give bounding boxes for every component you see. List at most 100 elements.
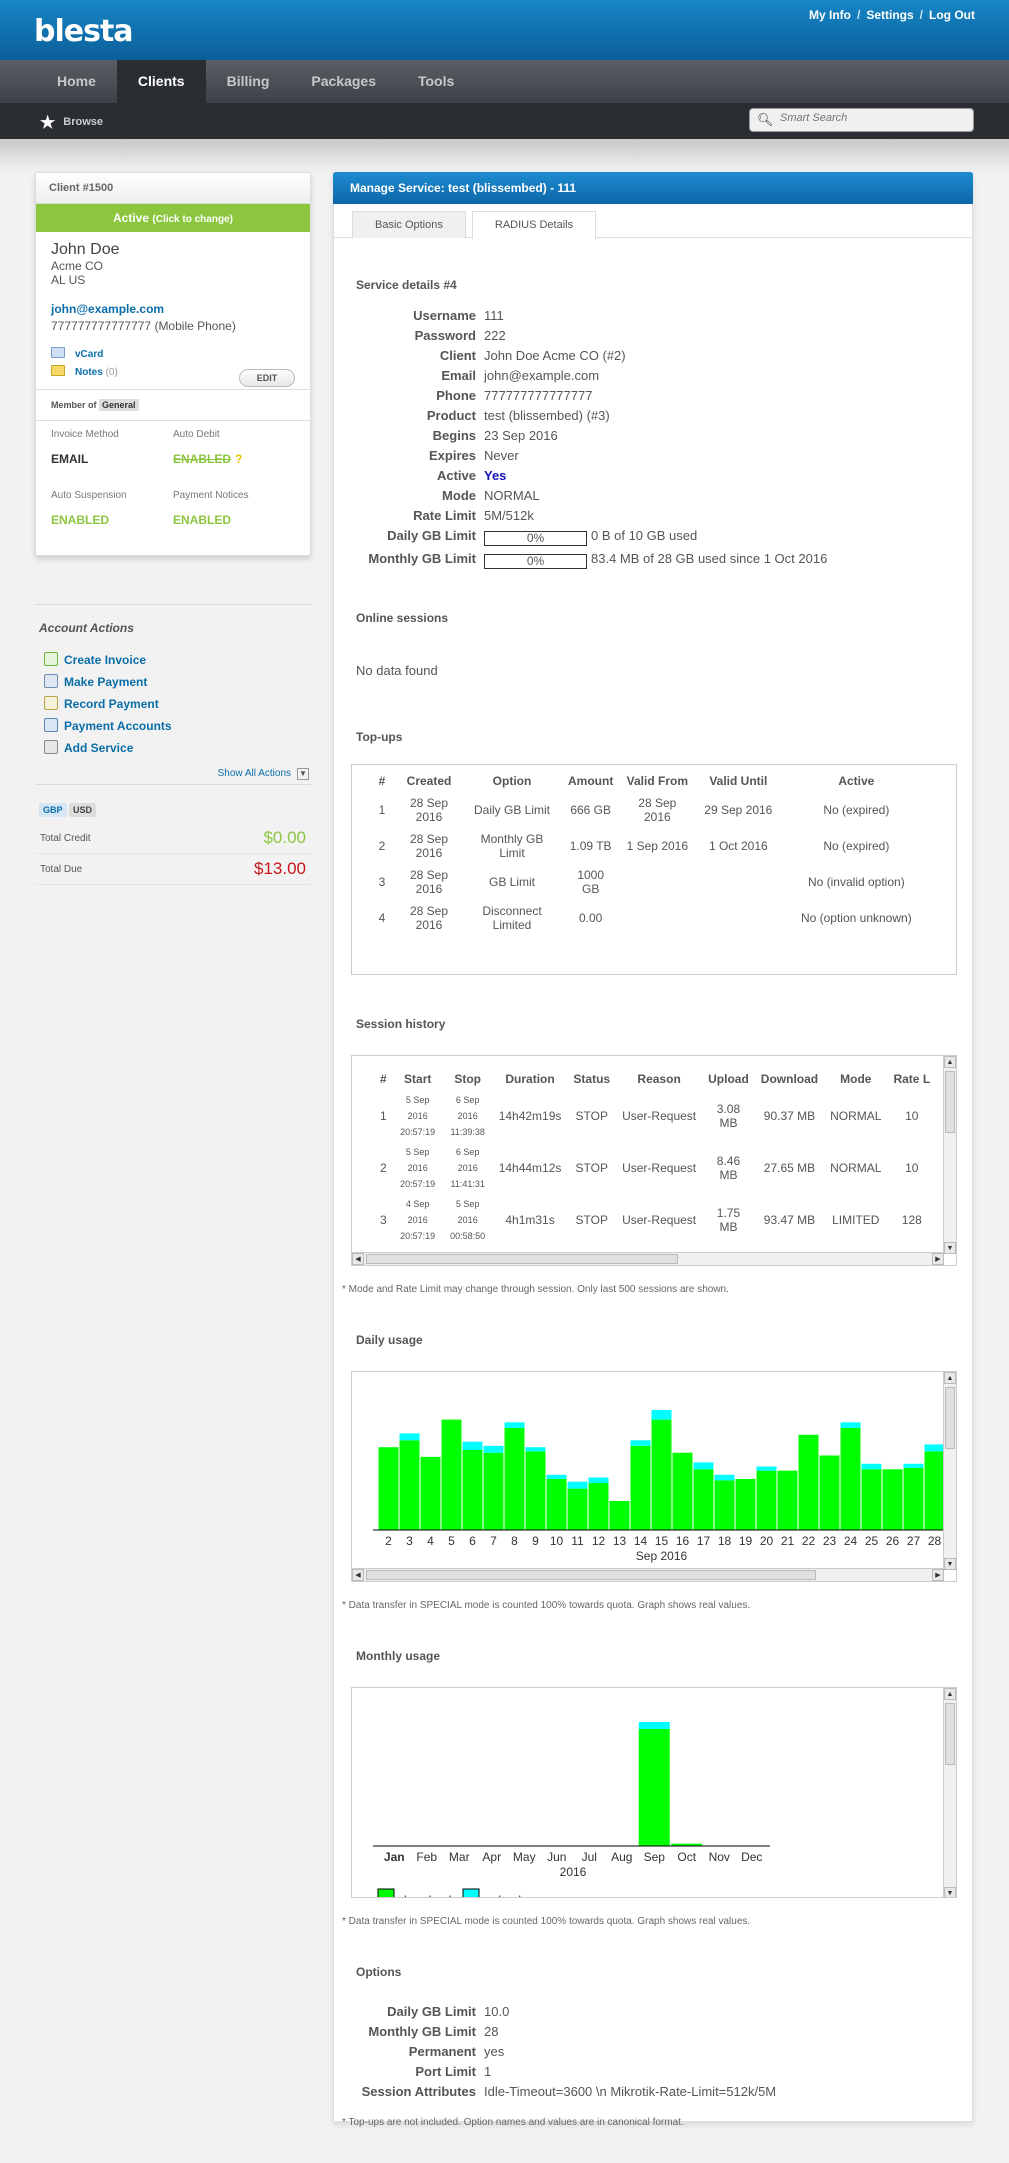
nav-billing[interactable]: Billing [206,60,291,103]
tick-label: May [513,1850,536,1864]
history-cell: 5 Sep 2016 20:57:19 [400,1095,436,1137]
nav-packages[interactable]: Packages [290,60,397,103]
tick-label: 15 [655,1534,669,1548]
bar-download [546,1478,567,1530]
scroll-left-icon[interactable]: ◀ [352,1253,364,1265]
tick-label: 9 [532,1534,539,1548]
tab-radius-details[interactable]: RADIUS Details [471,211,597,239]
topups-cell: Monthly GB Limit [480,832,544,860]
tab-basic-options[interactable]: Basic Options [352,211,466,238]
client-phone: 777777777777777 (Mobile Phone) [51,319,236,333]
scroll-right-icon[interactable]: ▶ [932,1253,944,1265]
currency-gbp[interactable]: GBP [39,803,67,817]
bar-download [882,1469,903,1530]
vcard-link[interactable]: vCard [75,349,103,360]
make-payment-link[interactable]: Make Payment [64,675,147,689]
nav-home[interactable]: Home [36,60,117,103]
tick-label: Nov [709,1850,730,1864]
history-header: Reason [637,1072,681,1086]
tick-label: 26 [886,1534,900,1548]
history-cell: 3.08 MB [716,1102,741,1130]
tick-label: 19 [739,1534,753,1548]
chevron-down-icon[interactable]: ▼ [297,768,309,780]
options-note: * Top-ups are not included. Option names… [342,2117,684,2128]
bar-download [651,1419,672,1530]
bar-download [630,1445,651,1530]
scroll-up-icon[interactable]: ▲ [944,1056,956,1068]
smart-search[interactable]: 🔍︎ [749,108,974,132]
daily-usage-box: 2 3 4 5 6 7 8 9 10 11 12 13 14 15 16 17 18 19 20 21 22 23 24 25… [351,1371,957,1582]
monthly-vscroll[interactable]: ▲ ▼ [943,1688,956,1897]
tick-label: 11 [571,1534,584,1548]
topups-header: # [378,774,386,788]
payment-accounts-icon [44,718,58,732]
history-vscroll[interactable]: ▲ ▼ [943,1056,956,1254]
bar-download [483,1452,504,1530]
history-cell: STOP [575,1161,608,1175]
record-payment-link[interactable]: Record Payment [64,697,159,711]
notes-link[interactable]: Notes [75,367,103,378]
blesta-logo[interactable]: blesta [34,14,134,49]
log-out-link[interactable]: Log Out [929,8,975,22]
daily-limit-text: 0 B of 10 GB used [591,528,698,543]
topups-table: # Created Option Amount Valid From Valid Unti… [368,770,931,936]
daily-note: * Data transfer in SPECIAL mode is count… [342,1600,751,1611]
tick-label: 2 [385,1534,392,1548]
search-icon[interactable]: 🔍︎ [757,112,774,128]
client-email[interactable]: john@example.com [51,302,295,316]
settings-link[interactable]: Settings [866,8,913,22]
history-header: # [380,1072,387,1086]
scroll-down-icon[interactable]: ▼ [944,1242,956,1254]
tick-label: 7 [490,1534,497,1548]
bar-upload [504,1422,525,1428]
legend-upload-swatch [462,1888,480,1897]
browse-label: Browse [63,116,103,128]
tick-label: 4 [427,1534,434,1548]
my-info-link[interactable]: My Info [809,8,851,22]
help-icon[interactable]: ? [235,452,242,466]
daily-hscroll[interactable]: ◀ ▶ [352,1568,944,1581]
history-cell: STOP [575,1109,608,1123]
history-header: Status [573,1072,611,1086]
history-cell: STOP [575,1213,608,1227]
create-invoice-link[interactable]: Create Invoice [64,653,146,667]
history-hscroll[interactable]: ◀ ▶ [352,1252,944,1265]
nav-clients[interactable]: Clients [116,60,206,103]
bar-download [924,1451,944,1530]
topups-cell: No (option unknown) [800,911,912,925]
nav-tools[interactable]: Tools [397,60,475,103]
client-id: Client #1500 [36,173,310,204]
browse-link[interactable]: ★ Browse [40,113,103,133]
edit-button[interactable]: EDIT [239,369,295,387]
topups-header: Created [406,774,452,788]
show-all-actions-link[interactable]: Show All Actions [218,768,291,779]
daily-limit-bar: 0% [484,531,587,546]
tick-label: Dec [741,1850,762,1864]
history-cell: 27.65 MB [763,1161,816,1175]
monthly-usage-title: Monthly usage [356,1649,441,1663]
top-links: My Info / Settings / Log Out [808,8,975,22]
add-service-link[interactable]: Add Service [64,741,133,755]
history-cell: 6 Sep 2016 11:41:31 [450,1147,485,1189]
bar-download [798,1434,819,1530]
payment-accounts-link[interactable]: Payment Accounts [64,719,172,733]
tick-label: Oct [677,1850,696,1864]
history-cell: 10 [905,1109,919,1123]
topups-cell: No (expired) [823,839,890,853]
topups-cell: 1 Oct 2016 [708,839,768,853]
search-input[interactable] [780,112,960,124]
invoice-method-value: EMAIL [51,452,89,466]
bar-upload [630,1440,651,1446]
bar-upload [924,1444,944,1452]
bar-upload [903,1463,924,1468]
status-toggle[interactable]: Active (Click to change) [36,204,310,232]
topups-header-row: # Created Option Amount Valid From Valid Unti… [368,770,931,792]
currency-usd[interactable]: USD [69,803,97,817]
bar-download [588,1483,609,1530]
daily-vscroll[interactable]: ▲ ▼ [943,1372,956,1570]
table-row: 1 28 Sep 2016 Daily GB Limit 666 GB 28 Sep 2… [368,792,931,828]
tick-label: 12 [592,1534,606,1548]
history-cell: 6 Sep 2016 11:39:38 [450,1095,485,1137]
bar-upload [525,1447,546,1452]
product-value: test (blissembed) (#3) [484,408,610,423]
